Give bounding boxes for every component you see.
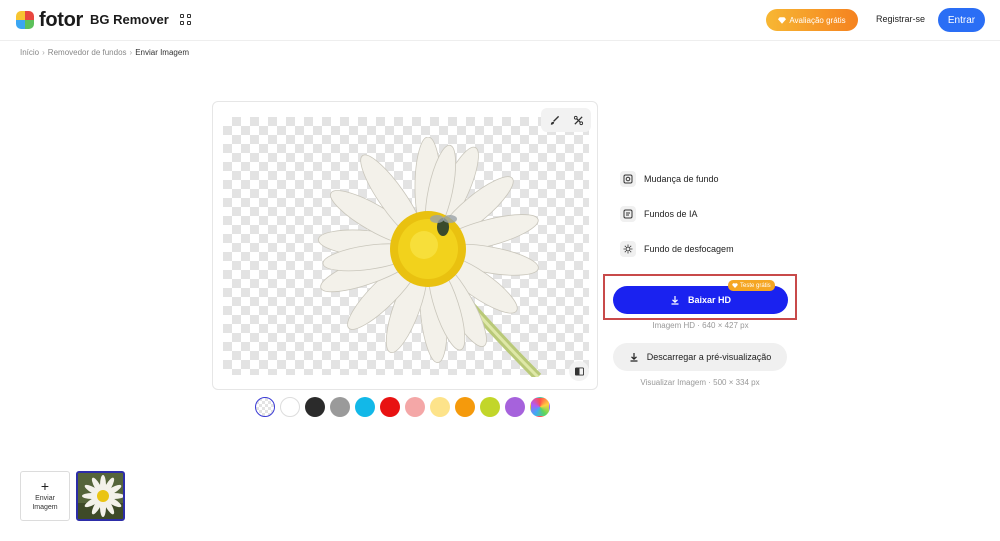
free-trial-label: Avaliação grátis [789,15,846,25]
download-preview-label: Descarregar a pré-visualização [646,352,772,362]
breadcrumb-bg-remover[interactable]: Removedor de fundos [48,48,127,57]
heart-icon [732,283,738,288]
register-link[interactable]: Registrar-se [876,14,925,24]
swatch-white[interactable] [280,397,300,417]
image-thumbnail[interactable] [76,471,125,521]
swatch-red[interactable] [380,397,400,417]
transparent-background [223,117,589,377]
breadcrumb-home[interactable]: Início [20,48,39,57]
product-name: BG Remover [90,12,169,27]
swatch-orange[interactable] [455,397,475,417]
image-preview [212,101,598,390]
plus-icon: + [40,478,50,494]
breadcrumb-current: Enviar Imagem [135,48,189,57]
free-trial-badge-label: Teste grátis [740,282,771,289]
free-trial-button[interactable]: Avaliação grátis [766,9,858,31]
swatch-cyan[interactable] [355,397,375,417]
swatch-lime[interactable] [480,397,500,417]
ai-backgrounds-icon [620,206,636,222]
download-icon [630,353,638,362]
free-trial-badge: Teste grátis [728,280,775,291]
swatch-custom-color[interactable] [530,397,550,417]
swatch-yellow[interactable] [430,397,450,417]
swatch-pink[interactable] [405,397,425,417]
option-ai-backgrounds[interactable]: Fundos de IA [620,206,698,222]
blur-background-icon [620,241,636,257]
hd-image-info: Imagem HD · 640 × 427 px [652,321,749,330]
preview-image-info: Visualizar Imagem · 500 × 334 px [640,378,760,387]
apps-grid-icon[interactable] [180,14,191,25]
upload-image-button[interactable]: + Enviar Imagem [20,471,70,521]
option-blur-background[interactable]: Fundo de desfocagem [620,241,734,257]
login-button[interactable]: Entrar [938,8,985,32]
logo-text: fotor [39,9,84,31]
breadcrumb: Início › Removedor de fundos › Enviar Im… [20,48,189,57]
compare-toggle-icon[interactable] [569,361,589,381]
top-header: fotor BG Remover Avaliação grátis Regist… [0,0,1000,41]
swatch-purple[interactable] [505,397,525,417]
download-hd-label: Baixar HD [687,295,732,305]
swatch-transparent[interactable] [255,397,275,417]
fotor-logo[interactable]: fotor [16,10,83,30]
diamond-icon [778,16,787,24]
daisy-thumbnail-image [78,473,123,519]
daisy-image [318,137,542,377]
brush-icon[interactable] [544,111,564,129]
chevron-right-icon: › [42,48,45,57]
download-preview-button[interactable]: Descarregar a pré-visualização [613,343,787,371]
logo-mark-icon [16,11,34,29]
background-color-picker [255,397,550,417]
option-ai-backgrounds-label: Fundos de IA [644,209,698,219]
magic-eraser-icon[interactable] [568,111,588,129]
swatch-black[interactable] [305,397,325,417]
option-change-background-label: Mudança de fundo [644,174,719,184]
edit-tools [541,108,591,132]
upload-image-label: Enviar Imagem [32,495,58,511]
chevron-right-icon: › [129,48,133,57]
option-blur-background-label: Fundo de desfocagem [644,244,734,254]
swatch-gray[interactable] [330,397,350,417]
change-background-icon [620,171,636,187]
download-icon [671,296,679,305]
option-change-background[interactable]: Mudança de fundo [620,171,719,187]
